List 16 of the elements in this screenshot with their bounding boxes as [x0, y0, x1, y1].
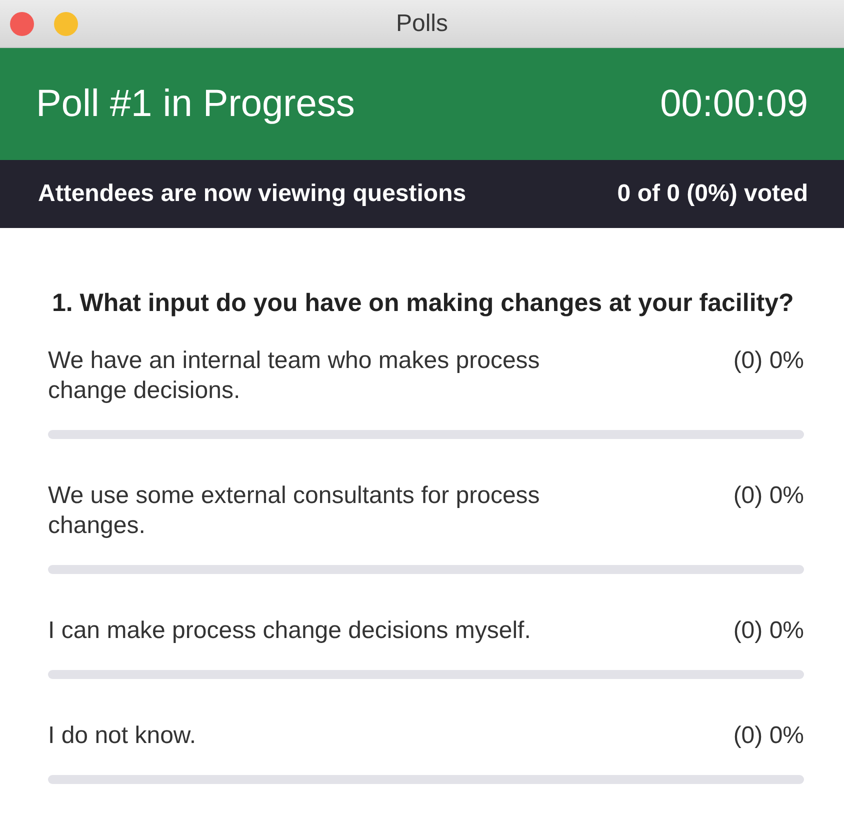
option-result: (0) 0% [733, 721, 804, 751]
close-button[interactable] [10, 12, 34, 36]
option-label: We use some external consultants for process changes. [48, 481, 541, 541]
option-result: (0) 0% [733, 346, 804, 376]
option-result: (0) 0% [733, 481, 804, 511]
option-label: I can make process change decisions myself. [48, 616, 531, 646]
status-message: Attendees are now viewing questions [38, 180, 466, 208]
question-text: 1. What input do you have on making changes at your facility? [52, 288, 795, 319]
option-label: We have an internal team who makes process change decisions. [48, 346, 541, 406]
poll-title: Poll #1 in Progress [36, 82, 355, 126]
option-label: I do not know. [48, 721, 196, 751]
vote-count: 0 of 0 (0%) voted [617, 180, 808, 208]
window-title: Polls [396, 10, 448, 38]
poll-timer: 00:00:09 [660, 82, 808, 126]
option-result: (0) 0% [733, 616, 804, 646]
minimize-button[interactable] [54, 12, 78, 36]
